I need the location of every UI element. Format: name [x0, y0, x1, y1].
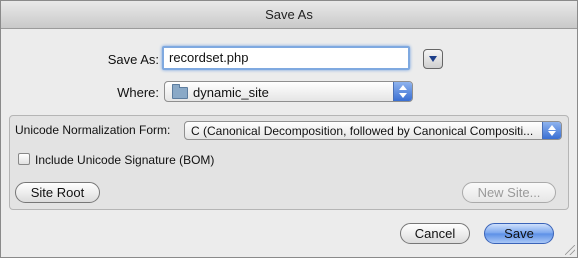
save-as-label: Save As: [107, 52, 159, 67]
folder-icon [172, 84, 188, 99]
up-down-arrows-icon [542, 122, 561, 139]
resize-grip[interactable] [565, 245, 575, 255]
unicode-normalization-popup[interactable]: C (Canonical Decomposition, followed by … [184, 121, 562, 140]
bom-label: Include Unicode Signature (BOM) [35, 153, 215, 167]
unicode-normalization-label: Unicode Normalization Form: [15, 123, 171, 137]
new-site-button[interactable]: New Site... [462, 182, 556, 203]
where-selected-value: dynamic_site [193, 85, 269, 100]
save-button[interactable]: Save [484, 223, 554, 244]
up-down-arrows-icon [393, 82, 412, 101]
expand-dialog-button[interactable] [423, 49, 443, 69]
unicode-normalization-value: C (Canonical Decomposition, followed by … [191, 124, 534, 138]
save-as-dialog: Save As Save As: recordset.php Where: dy… [0, 0, 578, 258]
where-label: Where: [117, 85, 159, 100]
window-title: Save As [1, 1, 577, 29]
cancel-button[interactable]: Cancel [400, 223, 470, 244]
where-popup[interactable]: dynamic_site [164, 81, 413, 102]
bom-checkbox[interactable] [18, 153, 30, 165]
filename-input[interactable]: recordset.php [162, 46, 410, 70]
site-root-button[interactable]: Site Root [15, 182, 100, 203]
